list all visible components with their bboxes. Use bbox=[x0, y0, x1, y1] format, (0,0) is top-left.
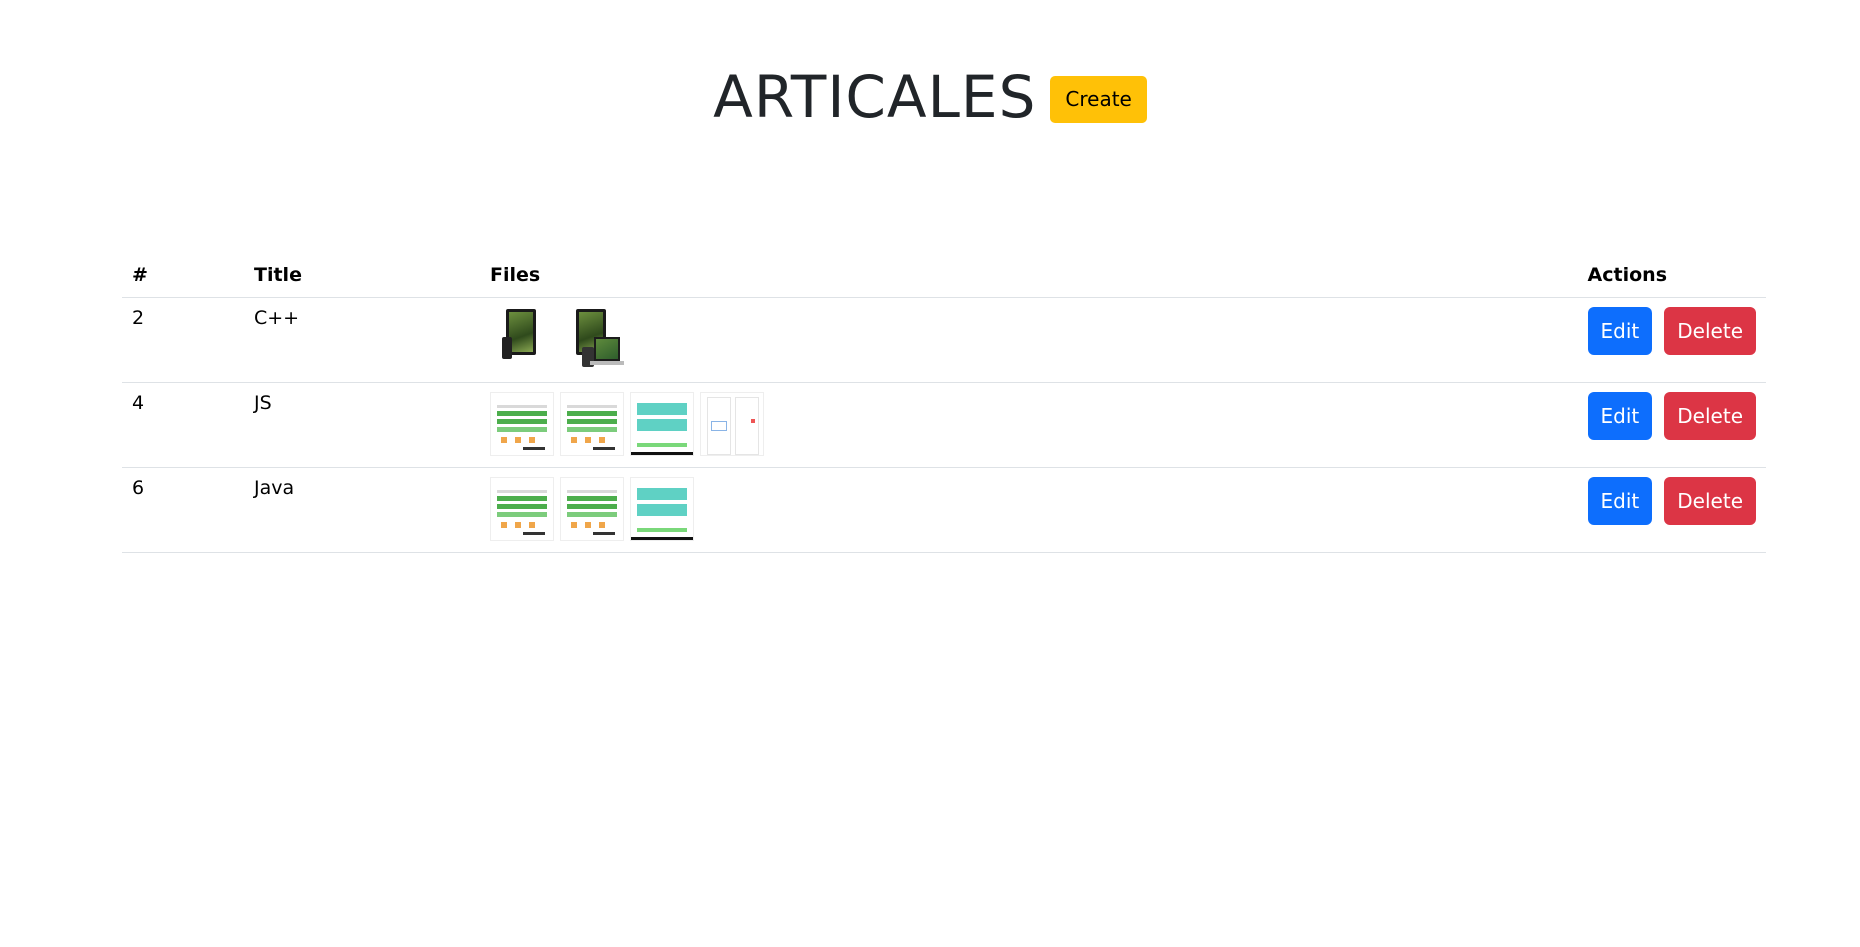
file-thumbnail[interactable] bbox=[560, 307, 624, 371]
file-thumbnail[interactable] bbox=[700, 392, 764, 456]
articles-table-wrapper: # Title Files Actions 2 C++ Edit Delete … bbox=[122, 254, 1766, 553]
edit-button[interactable]: Edit bbox=[1587, 392, 1653, 440]
row-id: 4 bbox=[122, 382, 244, 468]
row-files bbox=[480, 297, 1578, 383]
table-row: 6 Java Edit Delete bbox=[122, 467, 1766, 553]
row-title: JS bbox=[244, 382, 480, 468]
table-header-row: # Title Files Actions bbox=[122, 254, 1766, 298]
file-thumbnail[interactable] bbox=[490, 477, 554, 541]
column-header-title: Title bbox=[244, 254, 480, 298]
row-title: C++ bbox=[244, 297, 480, 383]
column-header-actions: Actions bbox=[1577, 254, 1766, 298]
row-id: 2 bbox=[122, 297, 244, 383]
page-title: ARTICALES bbox=[713, 63, 1037, 131]
create-button[interactable]: Create bbox=[1050, 75, 1147, 123]
edit-button[interactable]: Edit bbox=[1587, 307, 1653, 355]
file-thumbnail[interactable] bbox=[490, 392, 554, 456]
row-files bbox=[480, 467, 1578, 553]
row-actions: Edit Delete bbox=[1577, 297, 1766, 383]
row-files bbox=[480, 382, 1578, 468]
delete-button[interactable]: Delete bbox=[1664, 392, 1756, 440]
file-thumbnail[interactable] bbox=[490, 307, 554, 371]
file-thumbnail[interactable] bbox=[560, 477, 624, 541]
row-actions: Edit Delete bbox=[1577, 382, 1766, 468]
table-row: 4 JS Edit Delete bbox=[122, 382, 1766, 468]
edit-button[interactable]: Edit bbox=[1587, 477, 1653, 525]
column-header-files: Files bbox=[480, 254, 1578, 298]
file-thumbnail[interactable] bbox=[560, 392, 624, 456]
row-title: Java bbox=[244, 467, 480, 553]
articles-table: # Title Files Actions 2 C++ Edit Delete … bbox=[122, 254, 1766, 553]
page: ARTICALES Create # Title Files Actions 2… bbox=[0, 0, 1860, 947]
header: ARTICALES Create bbox=[0, 62, 1860, 132]
file-thumbnail[interactable] bbox=[630, 392, 694, 456]
delete-button[interactable]: Delete bbox=[1664, 477, 1756, 525]
delete-button[interactable]: Delete bbox=[1664, 307, 1756, 355]
table-row: 2 C++ Edit Delete bbox=[122, 297, 1766, 383]
column-header-id: # bbox=[122, 254, 244, 298]
row-id: 6 bbox=[122, 467, 244, 553]
file-thumbnail[interactable] bbox=[630, 477, 694, 541]
row-actions: Edit Delete bbox=[1577, 467, 1766, 553]
